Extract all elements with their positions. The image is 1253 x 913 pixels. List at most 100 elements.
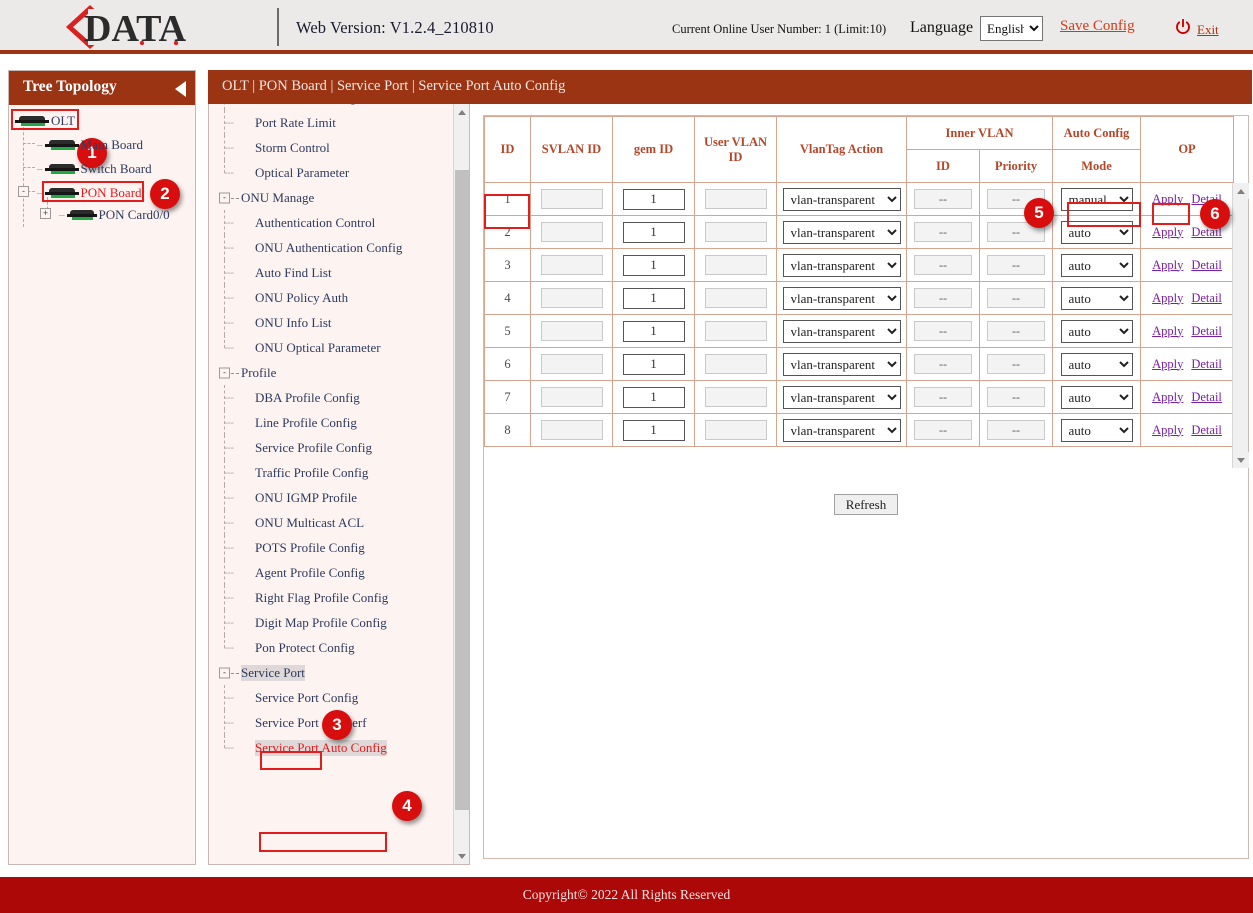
svlan-id-input[interactable]	[541, 255, 603, 275]
svlan-id-input[interactable]	[541, 387, 603, 407]
menu-item-auto-find-list[interactable]: Auto Find List	[209, 260, 454, 285]
menu-item-dba-profile-config[interactable]: DBA Profile Config	[209, 385, 454, 410]
apply-link[interactable]: Apply	[1152, 390, 1183, 404]
auto-config-mode-select[interactable]: automanual	[1061, 287, 1133, 310]
table-scrollbar-thumb[interactable]	[1234, 199, 1248, 452]
svlan-id-input[interactable]	[541, 222, 603, 242]
user-vlan-id-input[interactable]	[705, 420, 767, 440]
user-vlan-id-input[interactable]	[705, 321, 767, 341]
menu-item-digit-map-profile-config[interactable]: Digit Map Profile Config	[209, 610, 454, 635]
user-vlan-id-input[interactable]	[705, 288, 767, 308]
detail-link[interactable]: Detail	[1191, 324, 1222, 338]
user-vlan-id-input[interactable]	[705, 255, 767, 275]
auto-config-mode-select[interactable]: automanual	[1061, 221, 1133, 244]
gem-id-input[interactable]	[623, 288, 685, 309]
user-vlan-id-input[interactable]	[705, 354, 767, 374]
menu-item-storm-control[interactable]: Storm Control	[209, 135, 454, 160]
menu-item-onu-igmp-profile[interactable]: ONU IGMP Profile	[209, 485, 454, 510]
menu-item-onu-multicast-acl[interactable]: ONU Multicast ACL	[209, 510, 454, 535]
apply-link[interactable]: Apply	[1152, 192, 1183, 206]
refresh-button[interactable]: Refresh	[834, 494, 898, 515]
menu-item-pots-profile-config[interactable]: POTS Profile Config	[209, 535, 454, 560]
menu-item-onu-authentication-config[interactable]: ONU Authentication Config	[209, 235, 454, 260]
apply-link[interactable]: Apply	[1152, 258, 1183, 272]
auto-config-mode-select[interactable]: automanual	[1061, 188, 1133, 211]
menu-item-service-port-config[interactable]: Service Port Config	[209, 685, 454, 710]
menu-item-line-profile-config[interactable]: Line Profile Config	[209, 410, 454, 435]
menu-item-agent-profile-config[interactable]: Agent Profile Config	[209, 560, 454, 585]
menu-item-onu-optical-parameter[interactable]: ONU Optical Parameter	[209, 335, 454, 360]
menu-item-optical-parameter[interactable]: Optical Parameter	[209, 160, 454, 185]
auto-config-mode-select[interactable]: automanual	[1061, 353, 1133, 376]
language-select[interactable]: English	[980, 16, 1043, 41]
detail-link[interactable]: Detail	[1191, 423, 1222, 437]
tree-node-olt[interactable]: OLT	[15, 113, 75, 129]
menu-expander-icon[interactable]: -	[219, 192, 230, 203]
user-vlan-id-input[interactable]	[705, 189, 767, 209]
tree-node-pon-card[interactable]: – PON Card0/0	[59, 207, 170, 223]
gem-id-input[interactable]	[623, 255, 685, 276]
scroll-up-icon[interactable]	[454, 104, 470, 120]
detail-link[interactable]: Detail	[1191, 357, 1222, 371]
gem-id-input[interactable]	[623, 387, 685, 408]
svlan-id-input[interactable]	[541, 420, 603, 440]
vlantag-action-select[interactable]: vlan-transparentvlan-translationvlan-tag…	[783, 419, 901, 442]
menu-item-service-port[interactable]: -Service Port	[209, 660, 454, 685]
svlan-id-input[interactable]	[541, 321, 603, 341]
save-config-link[interactable]: Save Config	[1060, 18, 1135, 35]
menu-expander-icon[interactable]: -	[219, 667, 230, 678]
collapse-left-icon[interactable]	[175, 81, 186, 97]
vlantag-action-select[interactable]: vlan-transparentvlan-translationvlan-tag…	[783, 254, 901, 277]
tree-node-switch-board[interactable]: – Switch Board	[37, 161, 152, 177]
table-scrollbar[interactable]	[1232, 183, 1248, 468]
gem-id-input[interactable]	[623, 354, 685, 375]
menu-item-onu-info-list[interactable]: ONU Info List	[209, 310, 454, 335]
auto-config-mode-select[interactable]: automanual	[1061, 386, 1133, 409]
detail-link[interactable]: Detail	[1191, 291, 1222, 305]
apply-link[interactable]: Apply	[1152, 291, 1183, 305]
detail-link[interactable]: Detail	[1191, 390, 1222, 404]
detail-link[interactable]: Detail	[1191, 258, 1222, 272]
gem-id-input[interactable]	[623, 222, 685, 243]
menu-item-port-rate-limit[interactable]: Port Rate Limit	[209, 110, 454, 135]
scroll-down-icon[interactable]	[1233, 452, 1249, 468]
menu-item-right-flag-profile-config[interactable]: Right Flag Profile Config	[209, 585, 454, 610]
gem-id-input[interactable]	[623, 420, 685, 441]
apply-link[interactable]: Apply	[1152, 324, 1183, 338]
auto-config-mode-select[interactable]: automanual	[1061, 254, 1133, 277]
vlantag-action-select[interactable]: vlan-transparentvlan-translationvlan-tag…	[783, 320, 901, 343]
menu-item-onu-policy-auth[interactable]: ONU Policy Auth	[209, 285, 454, 310]
svlan-id-input[interactable]	[541, 354, 603, 374]
vlantag-action-select[interactable]: vlan-transparentvlan-translationvlan-tag…	[783, 221, 901, 244]
user-vlan-id-input[interactable]	[705, 222, 767, 242]
vlantag-action-select[interactable]: vlan-transparentvlan-translationvlan-tag…	[783, 287, 901, 310]
vlantag-action-select[interactable]: vlan-transparentvlan-translationvlan-tag…	[783, 353, 901, 376]
vlantag-action-select[interactable]: vlan-transparentvlan-translationvlan-tag…	[783, 386, 901, 409]
scroll-up-icon[interactable]	[1233, 183, 1249, 199]
apply-link[interactable]: Apply	[1152, 357, 1183, 371]
vlantag-action-select[interactable]: vlan-transparentvlan-translationvlan-tag…	[783, 188, 901, 211]
auto-config-mode-select[interactable]: automanual	[1061, 419, 1133, 442]
tree-node-main-board[interactable]: – Main Board	[37, 137, 143, 153]
menu-scrollbar[interactable]	[453, 104, 469, 864]
menu-item-profile[interactable]: -Profile	[209, 360, 454, 385]
auto-config-mode-select[interactable]: automanual	[1061, 320, 1133, 343]
menu-item-traffic-profile-config[interactable]: Traffic Profile Config	[209, 460, 454, 485]
gem-id-input[interactable]	[623, 321, 685, 342]
apply-link[interactable]: Apply	[1152, 225, 1183, 239]
menu-item-onu-manage[interactable]: -ONU Manage	[209, 185, 454, 210]
tree-node-pon-board[interactable]: – PON Board	[37, 185, 142, 201]
power-icon[interactable]	[1175, 19, 1191, 35]
gem-id-input[interactable]	[623, 189, 685, 210]
exit-link[interactable]: Exit	[1197, 22, 1219, 38]
menu-item-pon-protect-config[interactable]: Pon Protect Config	[209, 635, 454, 660]
svlan-id-input[interactable]	[541, 288, 603, 308]
menu-expander-icon[interactable]: -	[219, 367, 230, 378]
user-vlan-id-input[interactable]	[705, 387, 767, 407]
menu-item-authentication-control[interactable]: Authentication Control	[209, 210, 454, 235]
menu-scrollbar-thumb[interactable]	[455, 170, 469, 810]
svlan-id-input[interactable]	[541, 189, 603, 209]
tree-expander-pon-card[interactable]: +	[40, 208, 51, 219]
scroll-down-icon[interactable]	[454, 848, 470, 864]
tree-expander-pon-board[interactable]: -	[18, 186, 29, 197]
